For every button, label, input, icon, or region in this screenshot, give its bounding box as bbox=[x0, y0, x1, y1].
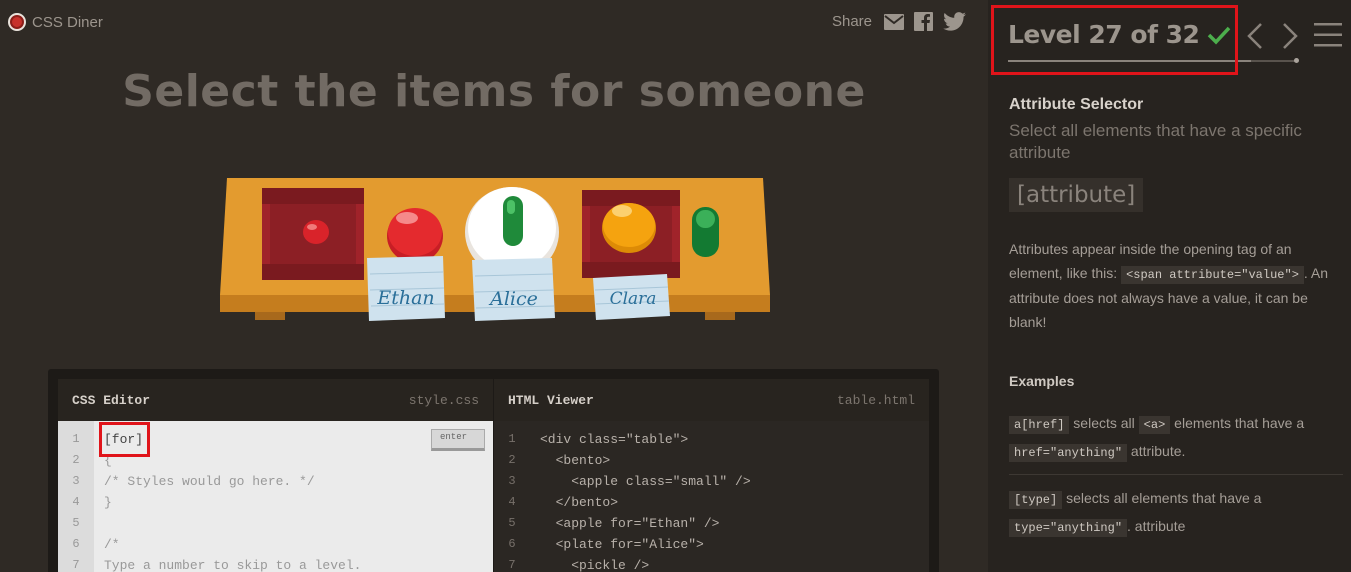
level-progress-knob bbox=[1294, 58, 1299, 63]
code-snippet: href="anything" bbox=[1009, 444, 1128, 462]
html-file-name: table.html bbox=[836, 392, 915, 408]
line-number: 4 bbox=[508, 495, 516, 509]
app-name: CSS Diner bbox=[32, 13, 103, 31]
line-number: 3 bbox=[72, 474, 80, 488]
apple-ethan[interactable] bbox=[387, 208, 443, 263]
small-apple bbox=[303, 220, 329, 244]
example-text: selects all elements that have a bbox=[1062, 490, 1262, 506]
html-line[interactable]: <div class="table"> bbox=[540, 429, 929, 450]
code-line: Type a number to skip to a level. bbox=[104, 558, 362, 572]
line-number: 6 bbox=[508, 537, 516, 551]
editor-panel: CSS Editor style.css 1 2 3 4 5 6 7 [for]… bbox=[48, 369, 939, 572]
line-numbers: 1 2 3 4 5 6 7 bbox=[58, 421, 94, 572]
line-number: 7 bbox=[508, 558, 516, 572]
selector-summary: Select all elements that have a specific… bbox=[1009, 121, 1302, 162]
code-snippet: type="anything" bbox=[1009, 519, 1128, 537]
code-snippet: <a> bbox=[1138, 416, 1171, 434]
code-snippet: [type] bbox=[1009, 491, 1063, 509]
share-label: Share bbox=[831, 13, 872, 30]
examples-divider bbox=[1009, 474, 1343, 475]
email-icon[interactable] bbox=[884, 13, 904, 30]
html-line[interactable]: <bento> bbox=[540, 450, 929, 471]
html-code: <div class="table"> <bento> <apple class… bbox=[540, 429, 929, 572]
code-line: } bbox=[104, 495, 112, 510]
code-line: /* Styles would go here. */ bbox=[104, 474, 315, 489]
twitter-icon[interactable] bbox=[943, 12, 966, 31]
name-card-text: Clara bbox=[610, 289, 657, 309]
html-viewer: HTML Viewer table.html 1 2 3 4 5 6 7 <di… bbox=[494, 379, 929, 572]
html-line[interactable]: <apple for="Ethan" /> bbox=[540, 513, 929, 534]
css-editor-header: CSS Editor style.css bbox=[58, 379, 493, 421]
logo[interactable]: CSS Diner bbox=[8, 13, 103, 31]
level-instruction: Select the items for someone bbox=[122, 66, 866, 117]
example-text: attribute. bbox=[1127, 443, 1186, 459]
main-area: CSS Diner Share Select the items for som… bbox=[0, 0, 988, 572]
previous-level-icon[interactable] bbox=[1245, 22, 1265, 50]
example-text: . attribute bbox=[1127, 518, 1186, 534]
pickle[interactable] bbox=[692, 207, 719, 257]
sidebar: Level 27 of 32 Attribute Selector Select… bbox=[988, 0, 1351, 572]
html-viewer-header: HTML Viewer table.html bbox=[494, 379, 929, 421]
line-number: 2 bbox=[72, 453, 80, 467]
selector-description: Attributes appear inside the opening tag… bbox=[1009, 238, 1344, 334]
next-level-icon[interactable] bbox=[1280, 22, 1300, 50]
selector-name: Attribute Selector bbox=[1009, 96, 1144, 113]
example-item: a[href] selects all <a> elements that ha… bbox=[1009, 410, 1343, 466]
line-number: 4 bbox=[72, 495, 80, 509]
input-highlight-box bbox=[99, 422, 150, 457]
css-editor: CSS Editor style.css 1 2 3 4 5 6 7 [for]… bbox=[58, 379, 493, 572]
selector-syntax: [attribute] bbox=[1009, 178, 1144, 212]
code-line: { bbox=[104, 453, 112, 468]
html-line[interactable]: <pickle /> bbox=[540, 555, 929, 572]
bento-box-clara[interactable] bbox=[582, 190, 680, 278]
line-number: 5 bbox=[72, 516, 80, 530]
css-file-name: style.css bbox=[408, 392, 479, 408]
line-number: 1 bbox=[508, 432, 516, 446]
code-line: /* bbox=[104, 537, 120, 552]
menu-icon[interactable] bbox=[1314, 22, 1342, 48]
enter-button[interactable]: enter bbox=[431, 429, 485, 451]
facebook-icon[interactable] bbox=[914, 12, 933, 31]
css-editor-title: CSS Editor bbox=[72, 392, 151, 408]
bento-box[interactable] bbox=[262, 188, 364, 280]
line-number: 6 bbox=[72, 537, 80, 551]
example-text: elements that have a bbox=[1170, 415, 1305, 431]
share-bar: Share bbox=[832, 12, 966, 31]
line-numbers: 1 2 3 4 5 6 7 bbox=[494, 421, 530, 572]
name-card-text: Alice bbox=[488, 288, 538, 310]
line-number: 7 bbox=[72, 558, 80, 572]
plate-logo-icon bbox=[8, 13, 26, 31]
html-line[interactable]: <plate for="Alice"> bbox=[540, 534, 929, 555]
html-line[interactable]: <apple class="small" /> bbox=[540, 471, 929, 492]
line-number: 1 bbox=[72, 432, 80, 446]
code-snippet: <span attribute="value"> bbox=[1121, 265, 1304, 284]
line-number: 3 bbox=[508, 474, 516, 488]
html-line[interactable]: </bento> bbox=[540, 492, 929, 513]
example-item: [type] selects all elements that have a … bbox=[1009, 485, 1343, 541]
examples-heading: Examples bbox=[1009, 373, 1075, 389]
html-viewer-body: 1 2 3 4 5 6 7 <div class="table"> <bento… bbox=[494, 421, 929, 572]
example-text: selects all bbox=[1069, 415, 1139, 431]
level-highlight-box bbox=[991, 5, 1238, 75]
code-snippet: a[href] bbox=[1009, 416, 1070, 434]
line-number: 2 bbox=[508, 453, 516, 467]
html-viewer-title: HTML Viewer bbox=[508, 392, 594, 408]
dinner-table: Ethan Alice Clara bbox=[215, 170, 775, 350]
name-card-text: Ethan bbox=[376, 287, 434, 309]
top-bar: CSS Diner Share bbox=[0, 0, 988, 46]
line-number: 5 bbox=[508, 516, 516, 530]
